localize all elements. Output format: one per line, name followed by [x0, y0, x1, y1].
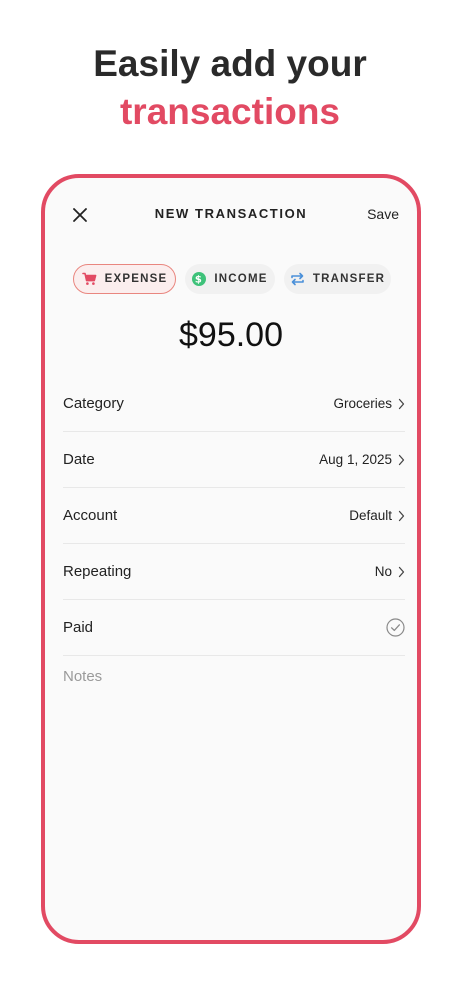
notes-field[interactable]: Notes — [63, 668, 405, 698]
chevron-right-icon — [398, 510, 405, 521]
paid-toggle[interactable] — [386, 618, 405, 637]
category-value-wrap: Groceries — [333, 396, 405, 411]
svg-text:$: $ — [195, 275, 203, 286]
category-row[interactable]: Category Groceries — [63, 376, 405, 432]
paid-label: Paid — [63, 619, 94, 636]
type-expense-label: EXPENSE — [104, 273, 168, 285]
cart-icon — [81, 272, 97, 285]
category-label: Category — [63, 395, 124, 412]
type-income-button[interactable]: $ INCOME — [185, 264, 275, 294]
account-row[interactable]: Account Default — [63, 488, 405, 544]
date-label: Date — [63, 451, 95, 468]
category-value: Groceries — [333, 396, 392, 411]
save-button[interactable]: Save — [367, 206, 399, 222]
page-title: NEW TRANSACTION — [154, 206, 308, 221]
date-row[interactable]: Date Aug 1, 2025 — [63, 432, 405, 488]
repeating-label: Repeating — [63, 563, 132, 580]
type-transfer-button[interactable]: TRANSFER — [284, 264, 391, 294]
date-value: Aug 1, 2025 — [319, 452, 392, 467]
paid-row: Paid — [63, 600, 405, 656]
account-value-wrap: Default — [349, 508, 405, 523]
chevron-right-icon — [398, 398, 405, 409]
repeating-value: No — [374, 564, 392, 579]
account-value: Default — [349, 508, 392, 523]
chevron-right-icon — [398, 454, 405, 465]
type-income-label: INCOME — [214, 273, 268, 285]
account-label: Account — [63, 507, 118, 524]
date-value-wrap: Aug 1, 2025 — [319, 452, 405, 467]
amount-display[interactable]: $95.00 — [45, 316, 417, 355]
close-button[interactable] — [69, 204, 91, 226]
transaction-fields: Category Groceries Date Aug 1, 2025 Acco… — [63, 376, 405, 656]
type-transfer-label: TRANSFER — [312, 273, 386, 285]
headline-line-2: transactions — [119, 91, 340, 132]
phone-frame: NEW TRANSACTION Save EXPENSE $ INCOME TR… — [41, 174, 421, 944]
close-icon — [73, 208, 87, 222]
repeating-value-wrap: No — [375, 564, 405, 579]
nav-bar: NEW TRANSACTION Save — [45, 178, 417, 250]
dollar-circle-icon: $ — [192, 272, 207, 286]
type-expense-button[interactable]: EXPENSE — [73, 264, 176, 294]
headline-line-1: Easily add your — [93, 43, 367, 84]
headline: Easily add your transactions — [0, 40, 460, 136]
transfer-icon — [291, 272, 304, 286]
repeating-row[interactable]: Repeating No — [63, 544, 405, 600]
check-circle-icon — [386, 618, 405, 637]
transaction-type-selector: EXPENSE $ INCOME TRANSFER — [69, 264, 399, 296]
chevron-right-icon — [398, 566, 405, 577]
